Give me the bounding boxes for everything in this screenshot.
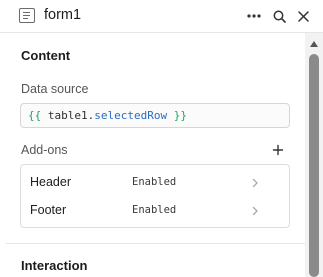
content-section-title: Content [21, 48, 71, 63]
data-source-property: selectedRow [94, 109, 168, 122]
close-button[interactable] [293, 6, 313, 26]
section-divider [6, 243, 306, 244]
more-options-button[interactable] [244, 6, 264, 26]
data-source-label: Data source [21, 82, 89, 96]
addons-label: Add-ons [21, 143, 68, 157]
component-name[interactable]: form1 [44, 7, 81, 23]
plus-icon [272, 144, 284, 156]
scrollbar-thumb[interactable] [309, 54, 319, 277]
addon-name: Header [30, 175, 71, 189]
scroll-up-arrow-icon[interactable] [309, 40, 319, 48]
chevron-right-icon [252, 206, 258, 216]
close-icon [297, 10, 309, 22]
add-addon-button[interactable] [270, 142, 286, 158]
data-source-object: table1. [47, 109, 95, 122]
addon-row-footer[interactable]: Footer Enabled [21, 197, 289, 225]
search-icon [273, 10, 286, 23]
data-source-input[interactable]: {{ table1.selectedRow }} [20, 103, 290, 128]
interaction-section-title[interactable]: Interaction [21, 258, 87, 273]
panel-header: form1 [0, 0, 323, 33]
inspector-panel: form1 Content Data source {{ table1.sele… [0, 0, 323, 277]
search-button[interactable] [269, 6, 289, 26]
template-open-brace: {{ [28, 109, 42, 122]
addon-status: Enabled [132, 204, 177, 216]
addon-status: Enabled [132, 176, 177, 188]
addons-list: Header Enabled Footer Enabled [20, 164, 290, 228]
template-close-brace: }} [173, 109, 187, 122]
chevron-right-icon [252, 178, 258, 188]
form-component-icon [19, 8, 35, 23]
addon-row-header[interactable]: Header Enabled [21, 169, 289, 197]
more-horizontal-icon [247, 14, 261, 18]
addon-name: Footer [30, 203, 67, 217]
